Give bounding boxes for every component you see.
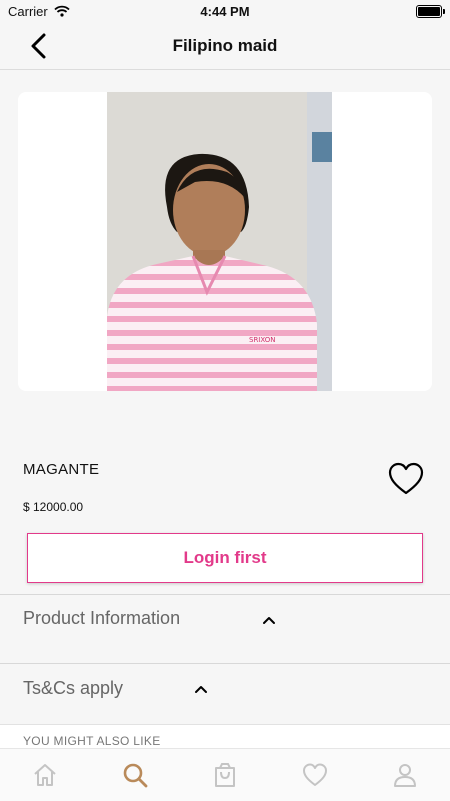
status-bar: Carrier 4:44 PM [0,0,450,22]
tab-cart[interactable] [180,749,270,801]
terms-toggle[interactable]: Ts&Cs apply [0,664,450,724]
recommendations-heading: YOU MIGHT ALSO LIKE [23,734,161,748]
page-title: Filipino maid [172,36,278,55]
product-image-card: SRIXON [18,92,432,391]
heart-icon [388,462,424,495]
heart-icon [303,763,327,786]
tab-search[interactable] [90,749,180,801]
favorite-button[interactable] [387,462,425,496]
tab-profile[interactable] [360,749,450,801]
tab-home[interactable] [0,749,90,801]
product-photo[interactable]: SRIXON [107,92,332,391]
battery-icon [416,5,445,18]
product-name: MAGANTE [23,461,100,478]
product-information-toggle[interactable]: Product Information [0,595,450,655]
chevron-up-icon [262,612,276,630]
search-icon [123,763,148,788]
tab-favorites[interactable] [270,749,360,801]
product-price: $ 12000.00 [23,500,84,514]
home-icon [34,764,56,786]
profile-icon [394,764,416,787]
section-label: Product Information [23,608,181,628]
tab-bar [0,748,450,801]
login-first-button[interactable]: Login first [27,533,423,583]
section-label: Ts&Cs apply [23,678,124,698]
shopping-bag-icon [215,763,235,787]
status-time: 4:44 PM [200,4,250,19]
navigation-bar: Filipino maid [0,22,450,70]
chevron-up-icon [194,681,208,699]
svg-text:SRIXON: SRIXON [249,336,275,344]
